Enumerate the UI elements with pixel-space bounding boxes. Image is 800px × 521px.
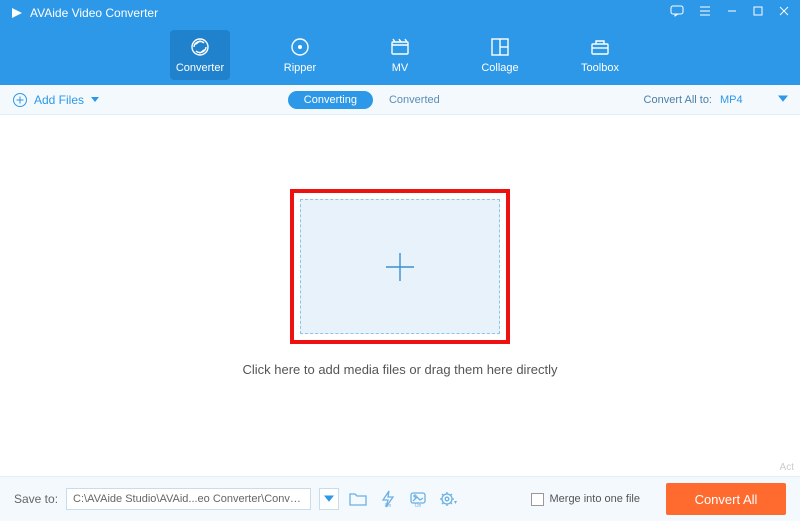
toolbox-icon (589, 36, 611, 58)
save-to-dropdown[interactable] (319, 488, 339, 510)
converter-icon (189, 36, 211, 58)
nav-label: Converter (176, 62, 224, 74)
convert-all-to-label: Convert All to: (644, 94, 712, 106)
nav-mv[interactable]: MV (370, 30, 430, 80)
add-files-label: Add Files (34, 93, 84, 107)
minimize-button[interactable] (726, 5, 738, 20)
convert-all-to-selector[interactable]: Convert All to: MP4 (644, 94, 788, 106)
nav-label: Collage (481, 62, 518, 74)
collage-icon (489, 36, 511, 58)
nav-label: MV (392, 62, 409, 74)
merge-label: Merge into one file (550, 493, 641, 505)
tab-converting[interactable]: Converting (288, 91, 373, 109)
svg-text:On: On (415, 503, 422, 507)
nav-converter[interactable]: Converter (170, 30, 230, 80)
high-speed-button[interactable]: On (407, 488, 429, 510)
main-nav: Converter Ripper MV Collage Toolbox (0, 25, 800, 85)
menu-icon[interactable] (698, 5, 712, 20)
settings-button[interactable] (437, 488, 459, 510)
bottom-bar: Save to: C:\AVAide Studio\AVAid...eo Con… (0, 476, 800, 521)
drop-zone[interactable] (290, 189, 510, 344)
tab-converted[interactable]: Converted (373, 91, 456, 109)
checkbox-icon (531, 493, 544, 506)
ripper-icon (289, 36, 311, 58)
drop-hint: Click here to add media files or drag th… (242, 362, 557, 377)
convert-all-to-value: MP4 (720, 94, 770, 106)
sub-toolbar: Add Files Converting Converted Convert A… (0, 85, 800, 115)
nav-toolbox[interactable]: Toolbox (570, 30, 630, 80)
chevron-down-icon (90, 96, 100, 104)
svg-text:On: On (385, 503, 392, 508)
add-files-button[interactable]: Add Files (12, 92, 100, 108)
watermark-text: Act (780, 462, 794, 473)
nav-ripper[interactable]: Ripper (270, 30, 330, 80)
title-bar: AVAide Video Converter (0, 0, 800, 25)
nav-collage[interactable]: Collage (470, 30, 530, 80)
open-folder-button[interactable] (347, 488, 369, 510)
save-to-label: Save to: (14, 492, 58, 506)
app-title: AVAide Video Converter (30, 6, 670, 20)
convert-all-button[interactable]: Convert All (666, 483, 786, 515)
close-button[interactable] (778, 5, 790, 20)
feedback-icon[interactable] (670, 5, 684, 20)
nav-label: Toolbox (581, 62, 619, 74)
mv-icon (389, 36, 411, 58)
save-to-path[interactable]: C:\AVAide Studio\AVAid...eo Converter\Co… (66, 488, 311, 510)
plus-icon (378, 245, 422, 289)
hardware-accel-button[interactable]: On (377, 488, 399, 510)
maximize-button[interactable] (752, 5, 764, 20)
drop-zone-inner (300, 199, 500, 334)
merge-checkbox[interactable]: Merge into one file (531, 493, 641, 506)
workspace: Click here to add media files or drag th… (0, 115, 800, 451)
app-logo-icon (10, 6, 24, 20)
nav-label: Ripper (284, 62, 316, 74)
chevron-down-icon (778, 94, 788, 106)
